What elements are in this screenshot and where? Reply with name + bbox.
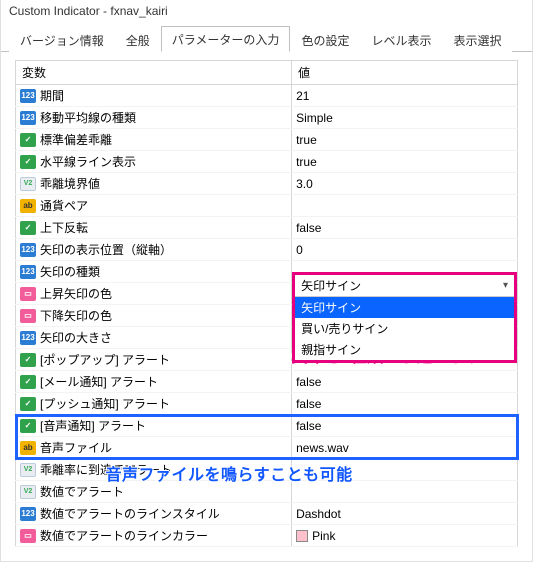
param-label: 下降矢印の色 (40, 307, 112, 324)
param-row[interactable]: ✓ [音声通知] アラート false (16, 415, 518, 437)
param-label: 矢印の大きさ (40, 329, 112, 346)
param-value[interactable]: false (292, 415, 518, 437)
param-label: 期間 (40, 87, 64, 104)
param-label: 矢印の表示位置（縦軸） (40, 241, 172, 258)
param-label: 数値でアラート (40, 483, 124, 500)
param-label: [プッシュ通知] アラート (40, 395, 170, 412)
param-value[interactable]: false (292, 371, 518, 393)
param-label: [メール通知] アラート (40, 373, 158, 390)
v2-type-icon: V2 (20, 485, 36, 499)
param-value[interactable]: Dashdot (292, 503, 518, 525)
color-type-icon: ▭ (20, 309, 36, 323)
bool-type-icon: ✓ (20, 221, 36, 235)
param-label: 移動平均線の種類 (40, 109, 136, 126)
int-type-icon: 123 (20, 331, 36, 345)
dropdown-selected[interactable]: 矢印サイン▾ (295, 275, 514, 297)
param-row[interactable]: 123 数値でアラートのラインスタイル Dashdot (16, 503, 518, 525)
dropdown-option[interactable]: 親指サイン (295, 339, 514, 360)
param-value[interactable]: false (292, 217, 518, 239)
param-label: 数値でアラートのラインカラー (40, 527, 208, 544)
tab-4[interactable]: レベル表示 (360, 27, 442, 52)
tab-3[interactable]: 色の設定 (290, 27, 360, 52)
param-label: 水平線ライン表示 (40, 153, 136, 170)
param-label: 標準偏差乖離 (40, 131, 112, 148)
param-row[interactable]: ab 通貨ペア (16, 195, 518, 217)
column-header-variable[interactable]: 変数 (16, 61, 292, 85)
param-value[interactable]: 0 (292, 239, 518, 261)
param-value[interactable]: false (292, 393, 518, 415)
indicator-properties-window: Custom Indicator - fxnav_kairi バージョン情報全般… (0, 0, 533, 562)
bool-type-icon: ✓ (20, 133, 36, 147)
int-type-icon: 123 (20, 507, 36, 521)
param-value[interactable]: true (292, 151, 518, 173)
color-type-icon: ▭ (20, 529, 36, 543)
arrow-type-dropdown[interactable]: 矢印サイン▾矢印サイン買い/売りサイン親指サイン (292, 272, 517, 363)
window-title: Custom Indicator - fxnav_kairi (1, 0, 532, 24)
param-row[interactable]: 123 矢印の表示位置（縦軸） 0 (16, 239, 518, 261)
tab-1[interactable]: 全般 (115, 27, 161, 52)
param-value[interactable] (292, 195, 518, 217)
param-value[interactable]: Simple (292, 107, 518, 129)
tab-0[interactable]: バージョン情報 (9, 27, 115, 52)
param-value[interactable]: Pink (292, 525, 518, 547)
annotation-audio-file: 音声ファイルを鳴らすことも可能 (106, 461, 353, 485)
param-value[interactable]: news.wav (292, 437, 518, 459)
param-label: [音声通知] アラート (40, 417, 146, 434)
chevron-down-icon: ▾ (503, 280, 508, 291)
param-label: 音声ファイル (40, 439, 112, 456)
param-label: 通貨ペア (40, 197, 88, 214)
str-type-icon: ab (20, 441, 36, 455)
param-row[interactable]: ab 音声ファイル news.wav (16, 437, 518, 459)
tab-5[interactable]: 表示選択 (442, 27, 512, 52)
param-row[interactable]: 123 移動平均線の種類 Simple (16, 107, 518, 129)
param-row[interactable]: V2 乖離境界値 3.0 (16, 173, 518, 195)
param-row[interactable]: ▭ 数値でアラートのラインカラー Pink (16, 525, 518, 547)
parameters-panel: 変数 値 123 期間 21 123 移動平均線の種類 Simple ✓ 標準偏差乖離 true… (1, 52, 532, 561)
bool-type-icon: ✓ (20, 155, 36, 169)
int-type-icon: 123 (20, 89, 36, 103)
param-value[interactable]: 21 (292, 85, 518, 107)
v2-type-icon: V2 (20, 177, 36, 191)
param-value[interactable]: true (292, 129, 518, 151)
param-row[interactable]: ✓ 水平線ライン表示 true (16, 151, 518, 173)
dropdown-option[interactable]: 矢印サイン (295, 297, 514, 318)
param-row[interactable]: ✓ [メール通知] アラート false (16, 371, 518, 393)
column-header-value[interactable]: 値 (292, 61, 518, 85)
bool-type-icon: ✓ (20, 397, 36, 411)
v2-type-icon: V2 (20, 463, 36, 477)
param-row[interactable]: ✓ 上下反転 false (16, 217, 518, 239)
param-row[interactable]: 123 期間 21 (16, 85, 518, 107)
param-row[interactable]: ✓ 標準偏差乖離 true (16, 129, 518, 151)
int-type-icon: 123 (20, 111, 36, 125)
dropdown-option[interactable]: 買い/売りサイン (295, 318, 514, 339)
param-label: 数値でアラートのラインスタイル (40, 505, 220, 522)
param-value[interactable]: 3.0 (292, 173, 518, 195)
param-label: 上下反転 (40, 219, 88, 236)
param-label: 上昇矢印の色 (40, 285, 112, 302)
int-type-icon: 123 (20, 265, 36, 279)
bool-type-icon: ✓ (20, 353, 36, 367)
param-label: 乖離境界値 (40, 175, 100, 192)
str-type-icon: ab (20, 199, 36, 213)
bool-type-icon: ✓ (20, 375, 36, 389)
param-label: 矢印の種類 (40, 263, 100, 280)
int-type-icon: 123 (20, 243, 36, 257)
bool-type-icon: ✓ (20, 419, 36, 433)
param-row[interactable]: ✓ [プッシュ通知] アラート false (16, 393, 518, 415)
color-swatch (296, 530, 308, 542)
tab-2[interactable]: パラメーターの入力 (161, 26, 291, 52)
color-type-icon: ▭ (20, 287, 36, 301)
param-row[interactable]: 123 矢印の種類 矢印サイン▾矢印サイン買い/売りサイン親指サイン (16, 261, 518, 283)
param-label: [ポップアップ] アラート (40, 351, 170, 368)
tab-strip: バージョン情報全般パラメーターの入力色の設定レベル表示表示選択 (1, 24, 532, 52)
param-value[interactable]: 矢印サイン▾矢印サイン買い/売りサイン親指サイン (292, 261, 518, 283)
